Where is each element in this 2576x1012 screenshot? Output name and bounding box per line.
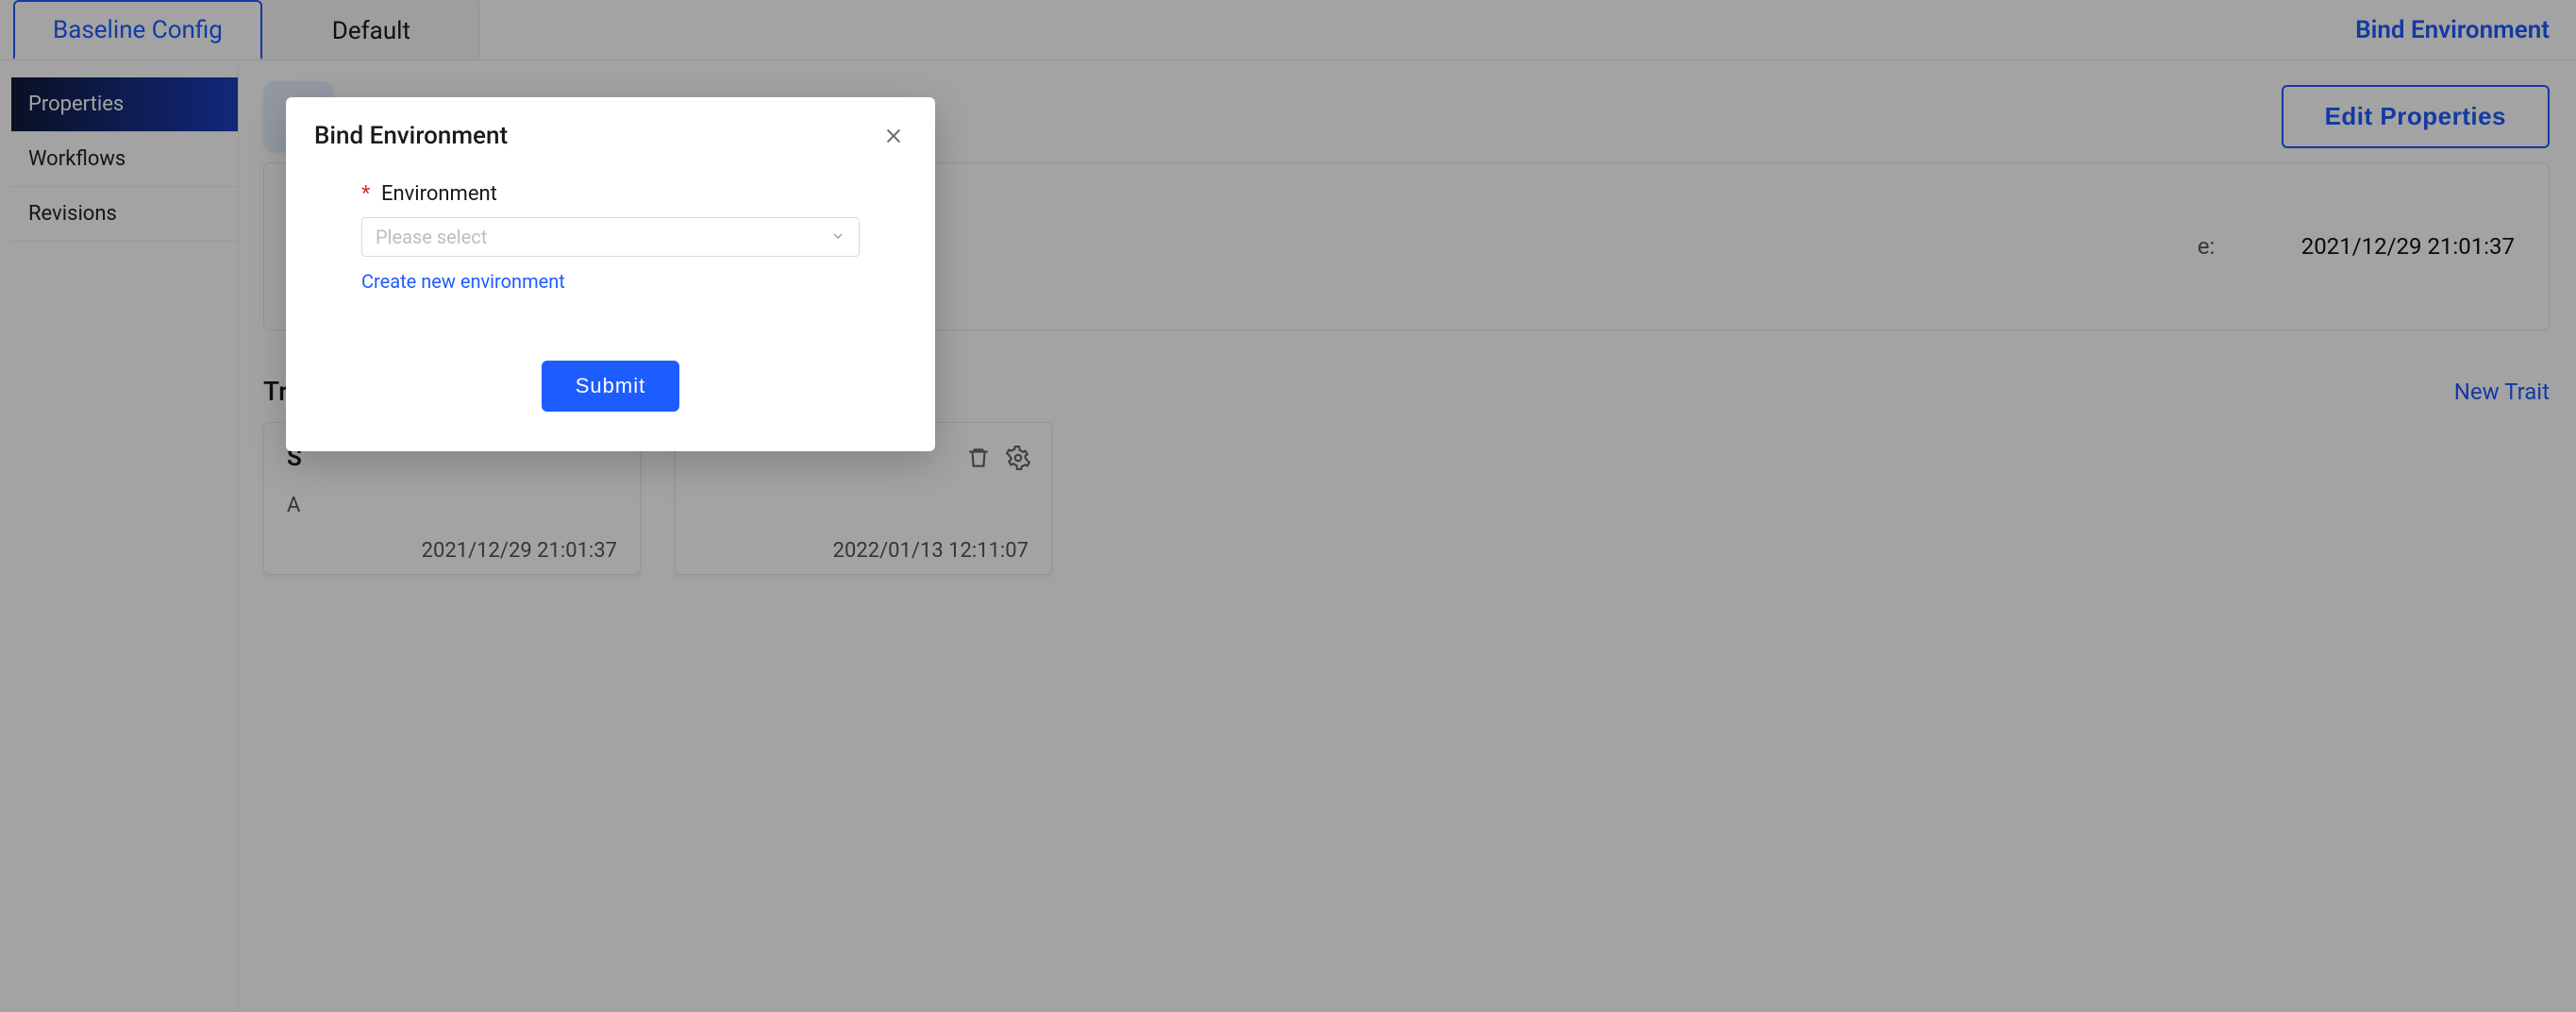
submit-button[interactable]: Submit (542, 361, 679, 412)
required-asterisk: * (361, 182, 370, 206)
create-new-environment-link[interactable]: Create new environment (361, 270, 565, 293)
environment-label-text: Environment (381, 182, 497, 206)
modal-scrim: Bind Environment * Environment Please se… (0, 0, 2576, 1012)
environment-select[interactable]: Please select (361, 217, 860, 257)
bind-environment-dialog: Bind Environment * Environment Please se… (286, 97, 935, 451)
environment-field-label: * Environment (361, 182, 860, 206)
select-placeholder: Please select (376, 226, 487, 248)
close-icon[interactable] (880, 123, 907, 149)
dialog-title: Bind Environment (314, 122, 508, 150)
chevron-down-icon (830, 226, 845, 248)
